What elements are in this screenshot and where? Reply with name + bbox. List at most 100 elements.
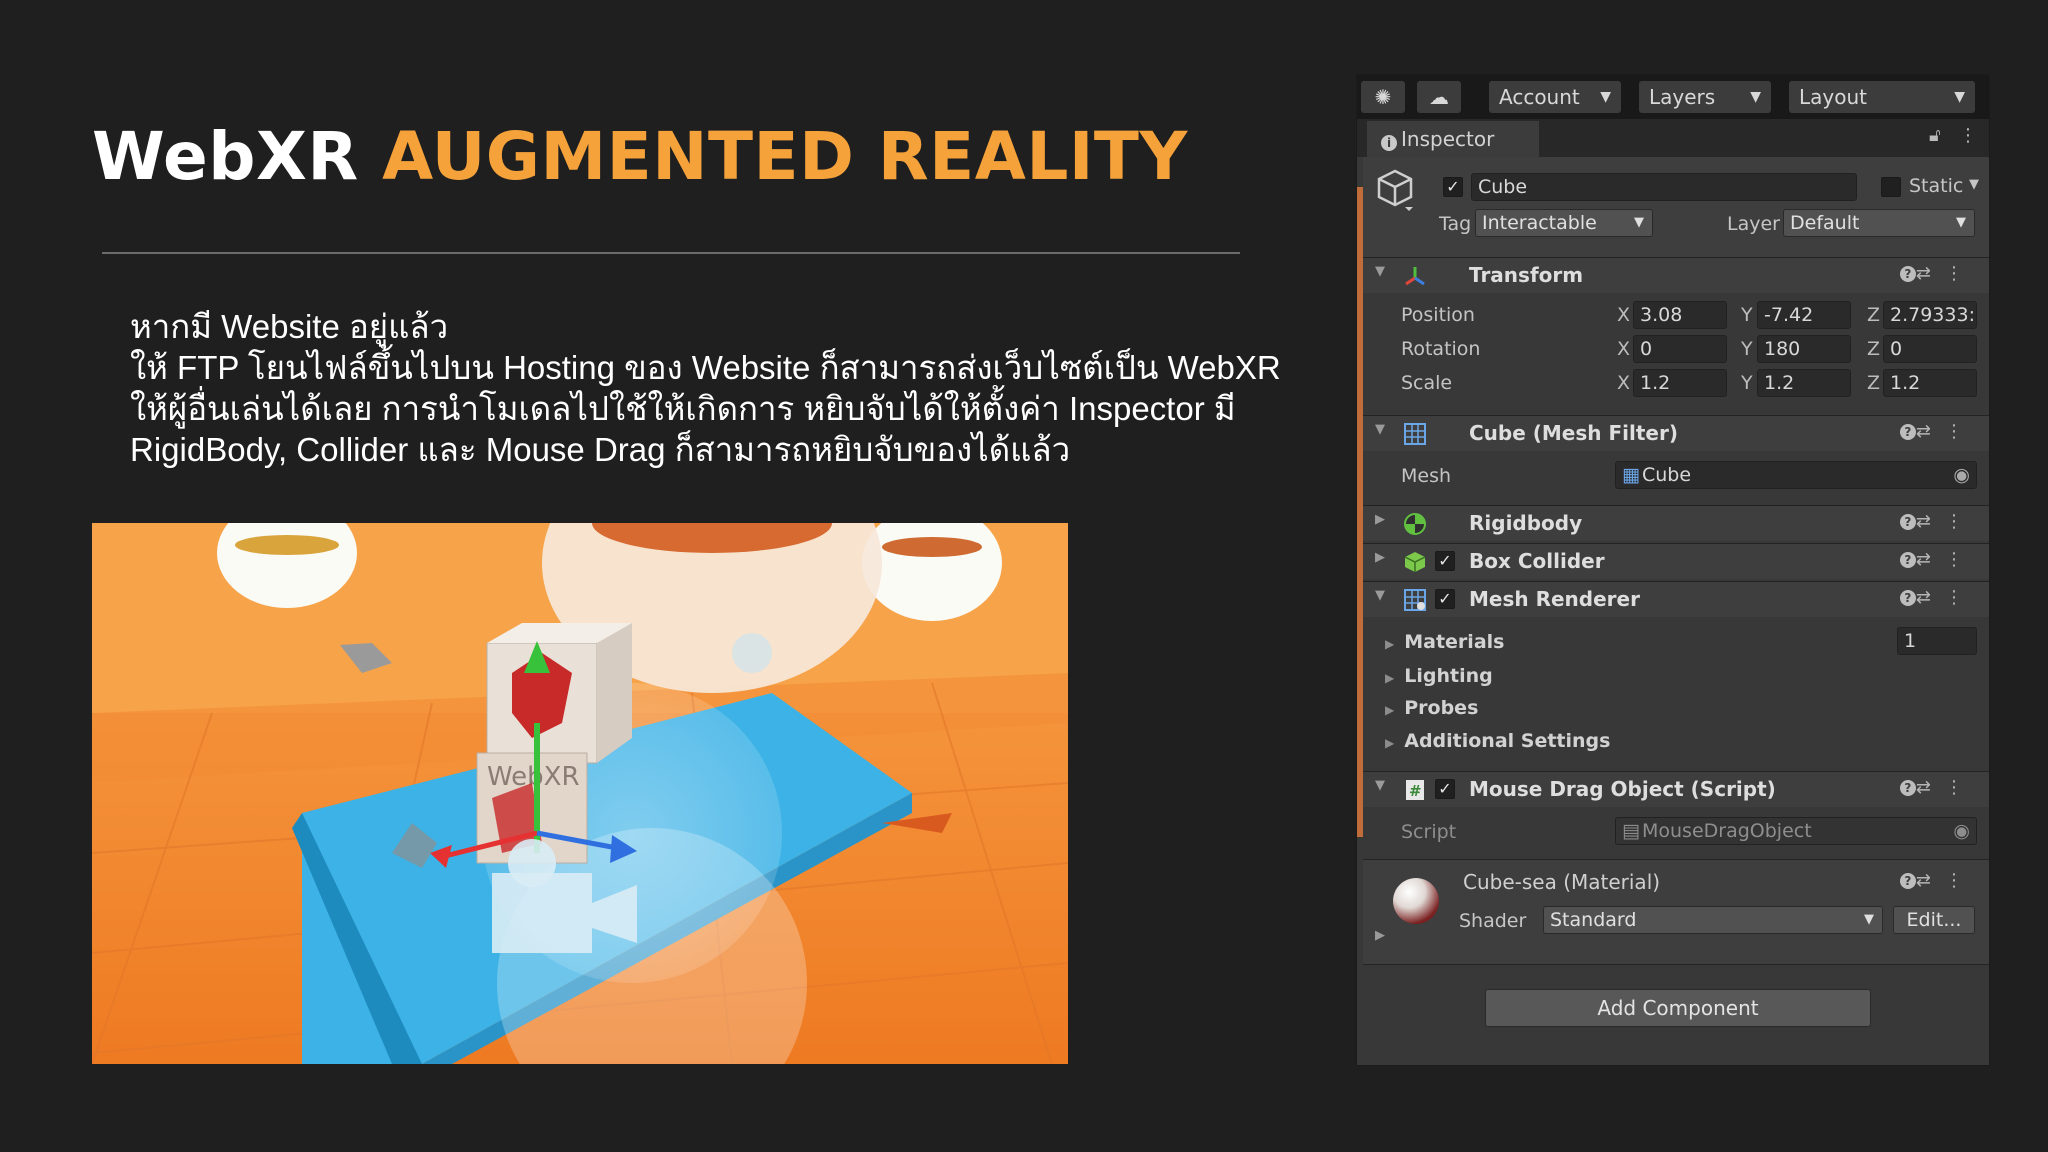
scale-z-field[interactable]: 1.2 xyxy=(1883,369,1977,397)
lighting-label: Lighting xyxy=(1404,665,1493,687)
mesh-renderer-component-header[interactable]: ▼ ✓ Mesh Renderer ? ⇄⋮ xyxy=(1363,581,1989,617)
shader-label: Shader xyxy=(1459,910,1527,932)
more-options-icon[interactable]: ⋮ xyxy=(1945,549,1977,570)
preset-icon[interactable]: ⇄ xyxy=(1916,263,1945,284)
layers-dropdown[interactable]: Layers ▼ xyxy=(1639,81,1771,113)
foldout-collapsed-icon[interactable]: ▶ xyxy=(1375,928,1385,943)
rigidbody-component-header[interactable]: ▶ Rigidbody ? ⇄⋮ xyxy=(1363,505,1989,541)
foldout-expanded-icon[interactable]: ▼ xyxy=(1375,264,1385,279)
static-dropdown-arrow-icon[interactable]: ▼ xyxy=(1969,177,1979,192)
rotation-x-field[interactable]: 0 xyxy=(1633,335,1727,363)
materials-foldout[interactable]: ▶ Materials xyxy=(1385,631,1504,653)
more-options-icon[interactable]: ⋮ xyxy=(1945,870,1977,891)
box-collider-component-header[interactable]: ▶ ✓ Box Collider ? ⇄⋮ xyxy=(1363,543,1989,579)
script-file-icon: ▤ xyxy=(1622,820,1640,842)
box-collider-enabled-checkbox[interactable]: ✓ xyxy=(1435,551,1455,571)
mesh-renderer-icon xyxy=(1404,589,1426,611)
layout-dropdown[interactable]: Layout ▼ xyxy=(1789,81,1975,113)
info-icon: i xyxy=(1381,135,1397,151)
transform-axes-icon xyxy=(1405,267,1425,286)
help-icon[interactable]: ? xyxy=(1899,873,1916,889)
foldout-expanded-icon[interactable]: ▼ xyxy=(1375,588,1385,603)
additional-settings-foldout[interactable]: ▶ Additional Settings xyxy=(1385,730,1610,752)
editor-toolbar: ✺ ☁ Account ▼ Layers ▼ Layout ▼ xyxy=(1357,75,1989,119)
mesh-filter-component-header[interactable]: ▼ Cube (Mesh Filter) ? ⇄⋮ xyxy=(1363,415,1989,451)
probes-foldout[interactable]: ▶ Probes xyxy=(1385,697,1478,719)
lock-icon[interactable]: 🔓︎ xyxy=(1929,125,1941,146)
more-options-icon[interactable]: ⋮ xyxy=(1945,777,1977,798)
more-options-icon[interactable]: ⋮ xyxy=(1959,125,1977,146)
foldout-expanded-icon[interactable]: ▼ xyxy=(1375,778,1385,793)
position-x-field[interactable]: 3.08 xyxy=(1633,301,1727,329)
mouse-drag-script-header[interactable]: ▼ # ✓ Mouse Drag Object (Script) ? ⇄⋮ xyxy=(1363,771,1989,807)
chevron-down-icon: ▼ xyxy=(1864,912,1874,927)
shader-dropdown[interactable]: Standard ▼ xyxy=(1543,906,1883,934)
help-icon[interactable]: ? xyxy=(1899,552,1916,568)
rotation-z-field[interactable]: 0 xyxy=(1883,335,1977,363)
object-name-field[interactable]: Cube xyxy=(1471,173,1857,201)
script-value: MouseDragObject xyxy=(1642,820,1812,842)
rigidbody-icon xyxy=(1404,513,1426,535)
preset-icon[interactable]: ⇄ xyxy=(1916,421,1945,442)
lighting-foldout[interactable]: ▶ Lighting xyxy=(1385,665,1493,687)
mouse-drag-enabled-checkbox[interactable]: ✓ xyxy=(1435,779,1455,799)
description-line: หากมี Website อยู่แล้ว xyxy=(130,308,449,345)
preset-icon[interactable]: ⇄ xyxy=(1916,587,1945,608)
help-icon[interactable]: ? xyxy=(1899,780,1916,796)
object-picker-icon[interactable]: ◉ xyxy=(1953,462,1970,488)
position-z-field[interactable]: 2.79333: xyxy=(1883,301,1977,329)
foldout-collapsed-icon: ▶ xyxy=(1385,671,1395,685)
help-icon[interactable]: ? xyxy=(1899,266,1916,282)
chevron-down-icon: ▼ xyxy=(1956,215,1966,230)
preset-icon[interactable]: ⇄ xyxy=(1916,777,1945,798)
title-divider xyxy=(102,252,1240,254)
z-axis-label: Z xyxy=(1867,372,1881,394)
help-icon[interactable]: ? xyxy=(1899,514,1916,530)
shader-edit-button[interactable]: Edit... xyxy=(1893,906,1975,934)
transform-component-header[interactable]: ▼ Transform ? ⇄⋮ xyxy=(1363,257,1989,293)
position-label: Position xyxy=(1401,304,1475,326)
mesh-renderer-enabled-checkbox[interactable]: ✓ xyxy=(1435,589,1455,609)
cube-object-icon xyxy=(1377,169,1413,211)
chevron-down-icon: ▼ xyxy=(1600,89,1611,105)
more-options-icon[interactable]: ⋮ xyxy=(1945,263,1977,284)
description-line: ให้ผู้อื่นเล่นได้เลย การนำโมเดลไปใช้ให้เ… xyxy=(130,390,1236,427)
chevron-down-icon: ▼ xyxy=(1634,215,1644,230)
mesh-filter-title: Cube (Mesh Filter) xyxy=(1469,421,1678,445)
help-icon[interactable]: ? xyxy=(1899,424,1916,440)
services-icon[interactable]: ✺ xyxy=(1361,81,1405,113)
more-options-icon[interactable]: ⋮ xyxy=(1945,511,1977,532)
preset-icon[interactable]: ⇄ xyxy=(1916,549,1945,570)
tab-inspector[interactable]: i Inspector xyxy=(1367,121,1539,157)
more-options-icon[interactable]: ⋮ xyxy=(1945,587,1977,608)
scale-x-field[interactable]: 1.2 xyxy=(1633,369,1727,397)
z-axis-label: Z xyxy=(1867,304,1881,326)
object-picker-icon: ◉ xyxy=(1953,820,1970,842)
account-dropdown[interactable]: Account ▼ xyxy=(1489,81,1621,113)
mesh-object-field[interactable]: ▦ Cube ◉ xyxy=(1615,461,1977,489)
preset-icon[interactable]: ⇄ xyxy=(1916,511,1945,532)
chevron-down-icon: ▼ xyxy=(1750,89,1761,105)
more-options-icon[interactable]: ⋮ xyxy=(1945,421,1977,442)
tag-dropdown[interactable]: Interactable ▼ xyxy=(1475,209,1653,237)
add-component-button[interactable]: Add Component xyxy=(1485,989,1871,1027)
foldout-collapsed-icon[interactable]: ▶ xyxy=(1375,512,1385,527)
layer-label: Layer xyxy=(1727,213,1780,235)
rotation-y-field[interactable]: 180 xyxy=(1757,335,1851,363)
cloud-icon[interactable]: ☁ xyxy=(1417,81,1461,113)
materials-count-field[interactable]: 1 xyxy=(1897,627,1977,655)
position-y-field[interactable]: -7.42 xyxy=(1757,301,1851,329)
static-checkbox[interactable] xyxy=(1881,177,1901,197)
foldout-collapsed-icon[interactable]: ▶ xyxy=(1375,550,1385,565)
preset-icon[interactable]: ⇄ xyxy=(1916,870,1945,891)
active-checkbox[interactable]: ✓ xyxy=(1443,177,1463,197)
scale-y-field[interactable]: 1.2 xyxy=(1757,369,1851,397)
mesh-grid-icon xyxy=(1404,423,1426,445)
foldout-expanded-icon[interactable]: ▼ xyxy=(1375,422,1385,437)
layers-label: Layers xyxy=(1649,85,1716,109)
script-icon: # xyxy=(1406,780,1424,800)
help-icon[interactable]: ? xyxy=(1899,590,1916,606)
layer-dropdown[interactable]: Default ▼ xyxy=(1783,209,1975,237)
inspector-tab-label: Inspector xyxy=(1401,127,1495,151)
tag-label: Tag xyxy=(1439,213,1472,235)
